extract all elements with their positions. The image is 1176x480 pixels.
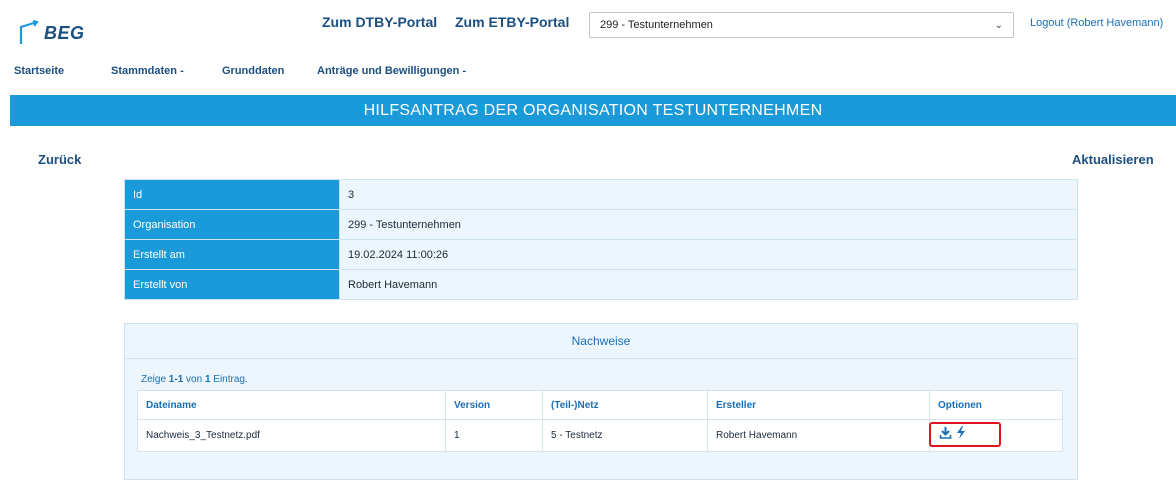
logo-text: BEG xyxy=(44,22,85,43)
organisation-select-value: 299 - Testunternehmen xyxy=(600,19,713,31)
nachweise-table: Dateiname Version (Teil-)Netz Ersteller … xyxy=(137,390,1063,452)
refresh-link[interactable]: Aktualisieren xyxy=(1072,152,1154,167)
lightning-icon[interactable] xyxy=(956,426,966,439)
nav-startseite[interactable]: Startseite xyxy=(14,65,64,77)
detail-label: Erstellt am xyxy=(124,239,340,270)
nav-grunddaten[interactable]: Grunddaten xyxy=(222,65,284,77)
page-title: HILFSANTRAG DER ORGANISATION TESTUNTERNE… xyxy=(363,101,823,119)
column-header-netz[interactable]: (Teil-)Netz xyxy=(542,390,708,420)
row-options xyxy=(939,426,966,439)
detail-value: Robert Havemann xyxy=(339,269,1078,300)
detail-row-id: Id 3 xyxy=(124,179,1078,210)
detail-label: Organisation xyxy=(124,209,340,240)
detail-label: Erstellt von xyxy=(124,269,340,300)
nav-stammdaten[interactable]: Stammdaten - xyxy=(111,65,184,77)
detail-value: 3 xyxy=(339,179,1078,210)
summary-prefix: Zeige xyxy=(141,374,169,385)
cell-ersteller: Robert Havemann xyxy=(707,419,930,452)
detail-value: 19.02.2024 11:00:26 xyxy=(339,239,1078,270)
cell-version: 1 xyxy=(445,419,543,452)
detail-table: Id 3 Organisation 299 - Testunternehmen … xyxy=(124,179,1078,300)
download-icon[interactable] xyxy=(939,426,952,439)
pagination-summary: Zeige 1-1 von 1 Eintrag. xyxy=(141,374,248,385)
detail-value: 299 - Testunternehmen xyxy=(339,209,1078,240)
etby-portal-link[interactable]: Zum ETBY-Portal xyxy=(455,14,569,30)
dtby-portal-link[interactable]: Zum DTBY-Portal xyxy=(322,14,437,30)
table-row: Nachweis_3_Testnetz.pdf 1 5 - Testnetz R… xyxy=(137,419,1063,452)
table-header-row: Dateiname Version (Teil-)Netz Ersteller … xyxy=(137,390,1063,420)
organisation-select[interactable]: 299 - Testunternehmen ⌄ xyxy=(589,12,1014,38)
column-header-version[interactable]: Version xyxy=(445,390,543,420)
summary-mid: von xyxy=(183,374,205,385)
column-header-ersteller[interactable]: Ersteller xyxy=(707,390,930,420)
detail-row-erstellt-von: Erstellt von Robert Havemann xyxy=(124,269,1078,300)
summary-suffix: Eintrag. xyxy=(210,374,248,385)
logout-link[interactable]: Logout (Robert Havemann) xyxy=(1030,17,1163,29)
cell-netz: 5 - Testnetz xyxy=(542,419,708,452)
cell-dateiname: Nachweis_3_Testnetz.pdf xyxy=(137,419,446,452)
nachweise-panel-header: Nachweise xyxy=(125,324,1077,359)
detail-label: Id xyxy=(124,179,340,210)
chevron-down-icon: ⌄ xyxy=(994,19,1003,31)
logo-mark-icon xyxy=(19,20,39,44)
detail-row-organisation: Organisation 299 - Testunternehmen xyxy=(124,209,1078,240)
column-header-optionen: Optionen xyxy=(929,390,1063,420)
back-link[interactable]: Zurück xyxy=(38,152,81,167)
summary-range: 1-1 xyxy=(168,374,184,385)
column-header-dateiname[interactable]: Dateiname xyxy=(137,390,446,420)
detail-row-erstellt-am: Erstellt am 19.02.2024 11:00:26 xyxy=(124,239,1078,270)
nav-antraege[interactable]: Anträge und Bewilligungen - xyxy=(317,65,466,77)
logo[interactable]: BEG xyxy=(18,18,85,48)
nachweise-title: Nachweise xyxy=(571,334,631,348)
page-title-banner: HILFSANTRAG DER ORGANISATION TESTUNTERNE… xyxy=(10,95,1176,126)
